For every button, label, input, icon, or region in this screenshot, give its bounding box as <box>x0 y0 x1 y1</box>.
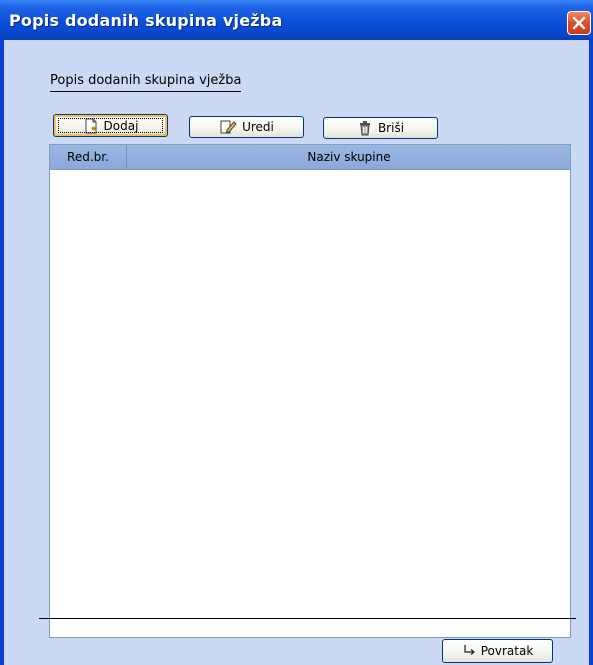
dialog-body: Popis dodanih skupina vježba Dodaj Uredi <box>4 40 589 665</box>
column-header-name[interactable]: Naziv skupine <box>128 145 570 169</box>
trash-icon <box>359 121 370 136</box>
delete-button[interactable]: Briši <box>323 117 438 139</box>
window-title: Popis dodanih skupina vježba <box>9 11 283 30</box>
table-header: Red.br. Naziv skupine <box>50 145 570 170</box>
add-button-label: Dodaj <box>103 118 139 133</box>
delete-button-label: Briši <box>377 121 405 135</box>
edit-button[interactable]: Uredi <box>189 116 304 138</box>
footer-divider <box>39 618 576 619</box>
add-button[interactable]: Dodaj <box>53 114 168 137</box>
edit-button-label: Uredi <box>242 120 274 134</box>
section-heading: Popis dodanih skupina vježba <box>50 73 242 92</box>
column-header-order[interactable]: Red.br. <box>50 145 127 169</box>
dialog-window: Popis dodanih skupina vježba Popis dodan… <box>0 0 593 665</box>
groups-table[interactable]: Red.br. Naziv skupine <box>49 144 571 638</box>
close-icon <box>572 16 586 30</box>
edit-pencil-icon <box>220 120 237 134</box>
back-button-label: Povratak <box>480 644 534 658</box>
title-bar[interactable]: Popis dodanih skupina vježba <box>0 0 593 40</box>
back-button[interactable]: Povratak <box>442 639 553 663</box>
new-document-icon <box>85 118 97 133</box>
close-button[interactable] <box>567 11 591 35</box>
return-arrow-icon <box>464 645 475 655</box>
